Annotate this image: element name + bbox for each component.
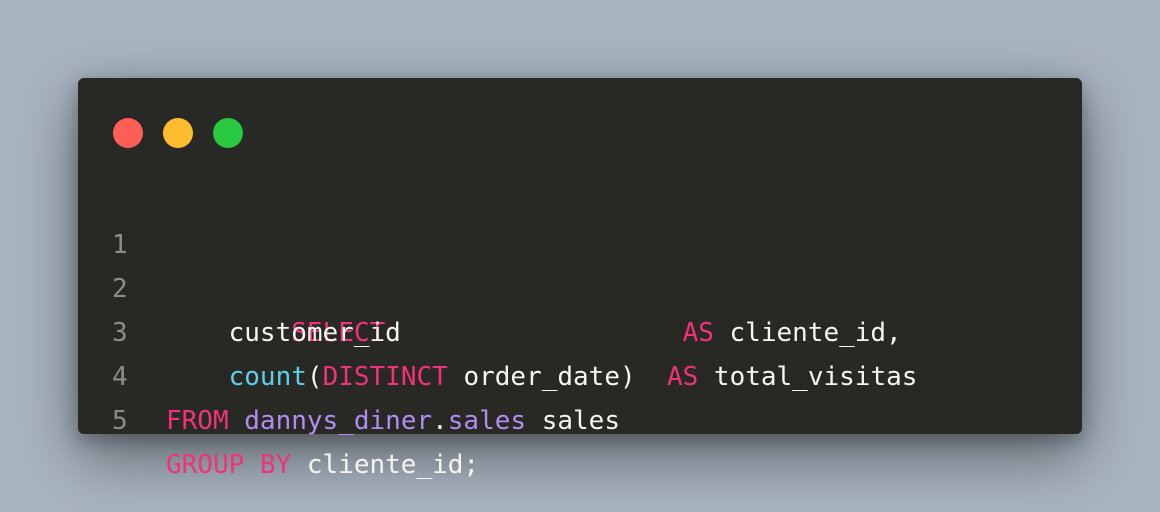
sql-table-identifier: sales [447, 406, 527, 436]
code-window: 1 SELECT 2 customer_id AS cliente_id, 3 … [78, 78, 1082, 480]
code-line: 4 FROM dannys_diner.sales sales [78, 311, 1082, 436]
line-number: 5 [112, 406, 128, 436]
line-source: FROM dannys_diner.sales sales [166, 399, 620, 443]
maximize-dot-icon[interactable] [213, 118, 243, 148]
line-source: GROUP BY cliente_id; [166, 443, 479, 487]
code-text: . [432, 406, 448, 436]
code-line: 2 customer_id AS cliente_id, [78, 223, 1082, 348]
code-line: 3 count(DISTINCT order_date) AS total_vi… [78, 267, 1082, 392]
window-controls [113, 118, 263, 148]
code-block: 1 SELECT 2 customer_id AS cliente_id, 3 … [78, 179, 1082, 480]
code-line: 1 SELECT [78, 179, 1082, 348]
sql-keyword: GROUP BY [166, 450, 292, 480]
sql-schema-identifier: dannys_diner [244, 406, 433, 436]
sql-keyword: FROM [166, 406, 229, 436]
close-dot-icon[interactable] [113, 118, 143, 148]
code-line: 5 GROUP BY cliente_id; [78, 355, 1082, 480]
code-text: cliente_id; [291, 450, 480, 480]
minimize-dot-icon[interactable] [163, 118, 193, 148]
code-text: sales [526, 406, 620, 436]
